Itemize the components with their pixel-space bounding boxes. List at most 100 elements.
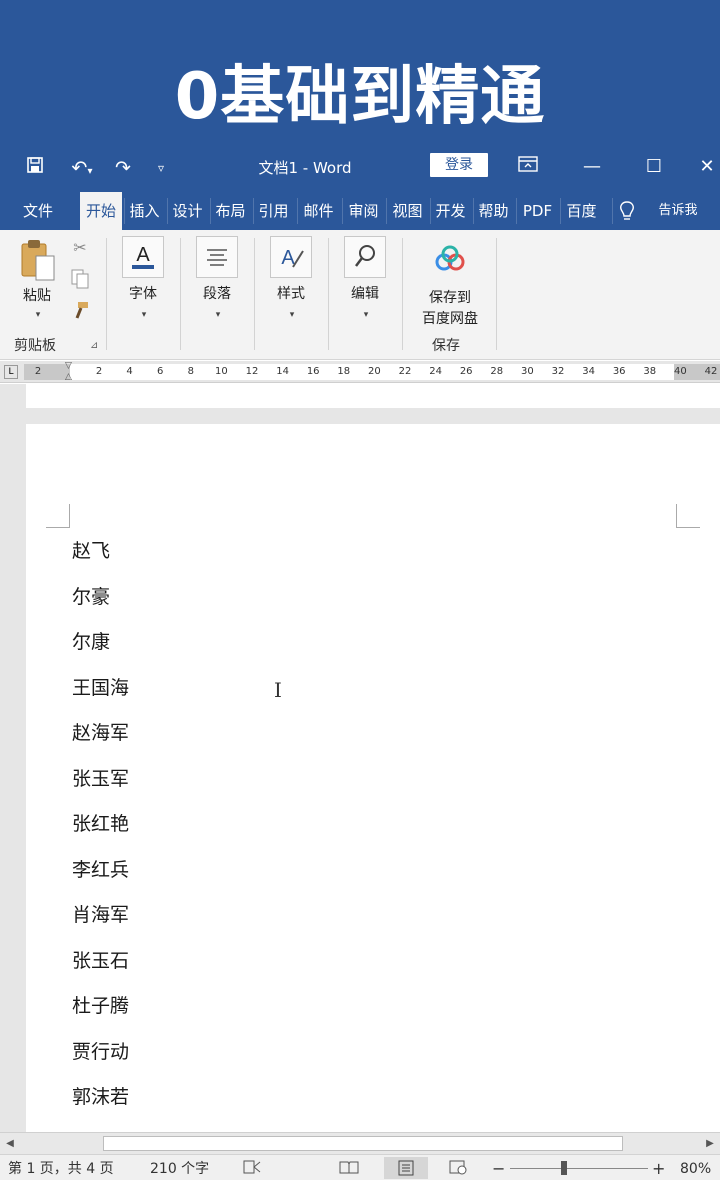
title-bar: ↶▾ ↷ ▿ 文档1 - Word 登录 — ☐ ✕ <box>0 148 720 188</box>
ruler-tick-label: 16 <box>306 366 320 377</box>
font-button[interactable]: 字体 <box>118 284 168 304</box>
baidu-netdisk-icon[interactable] <box>432 244 468 274</box>
lightbulb-icon[interactable] <box>612 198 640 224</box>
document-line[interactable]: 贾行动 <box>72 1039 129 1065</box>
tab-pdf[interactable]: PDF <box>516 198 558 224</box>
document-line[interactable]: 赵飞 <box>72 538 110 564</box>
tab-help[interactable]: 帮助 <box>473 198 513 224</box>
document-page[interactable] <box>26 424 720 1132</box>
document-line[interactable]: 王国海 <box>72 675 129 701</box>
scroll-thumb[interactable] <box>103 1136 623 1151</box>
save-group-label: 保存 <box>432 338 460 354</box>
tab-home[interactable]: 开始 <box>80 192 122 230</box>
ruler-tick-label: 36 <box>612 366 626 377</box>
zoom-in-button[interactable]: + <box>652 1159 665 1179</box>
document-line[interactable]: 郭沫若 <box>72 1084 129 1110</box>
tab-selector-icon[interactable]: L <box>4 365 18 379</box>
save-to-baidu-line1[interactable]: 保存到 <box>412 288 488 308</box>
editing-dropdown-icon[interactable]: ▾ <box>358 310 374 320</box>
font-icon[interactable]: A <box>122 236 164 278</box>
paragraph-button[interactable]: 段落 <box>192 284 242 304</box>
document-line[interactable]: 尔康 <box>72 629 110 655</box>
hanging-indent-marker[interactable]: △ <box>65 372 72 382</box>
paste-button[interactable]: 粘贴 <box>14 286 60 306</box>
font-dropdown-icon[interactable]: ▾ <box>136 310 152 320</box>
save-icon[interactable] <box>22 154 48 182</box>
zoom-level[interactable]: 80% <box>680 1159 711 1179</box>
web-layout-icon[interactable] <box>448 1159 468 1180</box>
document-line[interactable]: 张红艳 <box>72 811 129 837</box>
save-to-baidu-line2[interactable]: 百度网盘 <box>412 309 488 329</box>
paste-dropdown-icon[interactable]: ▾ <box>30 310 46 320</box>
styles-dropdown-icon[interactable]: ▾ <box>284 310 300 320</box>
horizontal-scrollbar[interactable]: ◀ ▶ <box>0 1132 720 1154</box>
read-mode-icon[interactable] <box>338 1159 360 1180</box>
paste-icon[interactable] <box>14 238 60 286</box>
zoom-slider-track[interactable] <box>510 1168 648 1169</box>
tab-insert[interactable]: 插入 <box>124 198 164 224</box>
tab-view[interactable]: 视图 <box>386 198 428 224</box>
ruler-tick-label: 4 <box>126 366 133 377</box>
margin-corner-right <box>676 504 700 528</box>
tab-references[interactable]: 引用 <box>253 198 293 224</box>
first-line-indent-marker[interactable]: ▽ <box>65 361 72 371</box>
horizontal-ruler[interactable]: L 2 2 4 6 8 10 12 14 16 18 20 22 24 26 28 30 32 34 36 38 40 4… <box>0 361 720 383</box>
margin-corner-left <box>46 504 70 528</box>
tab-review[interactable]: 审阅 <box>342 198 384 224</box>
ruler-tick-label: 28 <box>490 366 504 377</box>
previous-page-bottom <box>26 384 720 408</box>
word-count[interactable]: 210 个字 <box>150 1159 209 1179</box>
ruler-tick-label: 10 <box>215 366 228 377</box>
tab-developer[interactable]: 开发 <box>430 198 470 224</box>
editing-search-icon[interactable] <box>344 236 386 278</box>
cut-icon[interactable]: ✂ <box>70 238 90 258</box>
ruler-tick-label: 40 <box>674 366 687 377</box>
dialog-launcher-icon[interactable]: ⊿ <box>90 340 98 351</box>
redo-icon[interactable]: ↷ <box>110 154 136 182</box>
print-layout-icon[interactable] <box>384 1157 428 1179</box>
document-line[interactable]: 赵海军 <box>72 720 129 746</box>
paragraph-dropdown-icon[interactable]: ▾ <box>210 310 226 320</box>
customize-quick-access-icon[interactable]: ▿ <box>150 154 172 182</box>
format-painter-icon[interactable] <box>70 300 90 322</box>
document-line[interactable]: 杜子腾 <box>72 993 129 1019</box>
scroll-right-arrow-icon[interactable]: ▶ <box>702 1135 718 1153</box>
tab-baidu[interactable]: 百度 <box>560 198 602 224</box>
close-icon[interactable]: ✕ <box>694 152 720 182</box>
ribbon-display-options-icon[interactable] <box>508 152 548 182</box>
document-line[interactable]: 肖海军 <box>72 902 129 928</box>
undo-icon[interactable]: ↶▾ <box>62 154 102 186</box>
ruler-tick-label: 6 <box>157 366 164 377</box>
styles-button[interactable]: 样式 <box>266 284 316 304</box>
tab-layout[interactable]: 布局 <box>210 198 250 224</box>
proofing-icon[interactable] <box>242 1159 262 1180</box>
login-button[interactable]: 登录 <box>430 153 488 177</box>
document-line[interactable]: 张玉石 <box>72 948 129 974</box>
ruler-tick-label: 20 <box>368 366 381 377</box>
paragraph-icon[interactable] <box>196 236 238 278</box>
ruler-tick-label: 30 <box>521 366 534 377</box>
text-cursor-icon: I <box>274 678 282 702</box>
zoom-out-button[interactable]: − <box>492 1159 505 1179</box>
page-info[interactable]: 第 1 页，共 4 页 <box>8 1159 114 1179</box>
ruler-tick-label: 32 <box>551 366 565 377</box>
tab-mailings[interactable]: 邮件 <box>297 198 339 224</box>
copy-icon[interactable] <box>70 268 90 290</box>
tab-design[interactable]: 设计 <box>167 198 207 224</box>
document-line[interactable]: 张玉军 <box>72 766 129 792</box>
scroll-left-arrow-icon[interactable]: ◀ <box>2 1135 18 1153</box>
document-line[interactable]: 尔豪 <box>72 584 110 610</box>
clipboard-group-label: 剪贴板 <box>14 338 56 354</box>
tell-me-search[interactable]: 告诉我 <box>646 198 710 224</box>
document-line[interactable]: 李红兵 <box>72 857 129 883</box>
editing-button[interactable]: 编辑 <box>340 284 390 304</box>
tab-file[interactable]: 文件 <box>14 198 62 224</box>
ruler-tick-label: 14 <box>276 366 289 377</box>
zoom-slider-thumb[interactable] <box>561 1161 567 1175</box>
svg-text:A: A <box>136 244 150 266</box>
ruler-tick-label: 26 <box>459 366 473 377</box>
maximize-icon[interactable]: ☐ <box>634 152 674 182</box>
styles-icon[interactable]: A <box>270 236 312 278</box>
minimize-icon[interactable]: — <box>572 152 612 182</box>
ruler-tick-label: 38 <box>643 366 657 377</box>
